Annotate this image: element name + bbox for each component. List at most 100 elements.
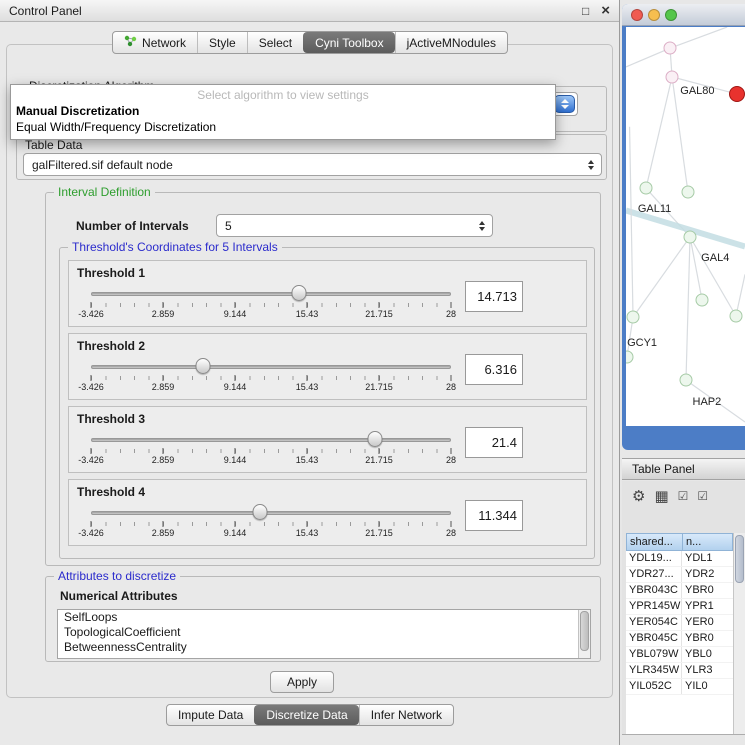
tab-style[interactable]: Style	[197, 32, 247, 53]
dropdown-option-manual-discretization[interactable]: Manual Discretization	[11, 103, 555, 119]
slider-major-tick	[379, 448, 380, 454]
threshold-value-field[interactable]: 6.316	[465, 354, 523, 385]
table-cell[interactable]: YDL1	[682, 551, 733, 566]
table-cell[interactable]: YIL0	[682, 679, 733, 694]
network-node[interactable]	[696, 293, 709, 306]
table-row[interactable]: YBL079WYBL0	[626, 647, 733, 663]
threshold-value-field[interactable]: 11.344	[465, 500, 523, 531]
tab-network[interactable]: Network	[113, 32, 197, 53]
table-cell[interactable]: YPR145W	[626, 599, 682, 614]
table-row[interactable]: YBR045CYBR0	[626, 631, 733, 647]
threshold-slider[interactable]: -3.4262.8599.14415.4321.71528	[91, 356, 451, 398]
tab-label: Network	[142, 36, 186, 50]
tab-jactivemnodules[interactable]: jActiveMNodules	[395, 32, 507, 53]
table-cell[interactable]: YBL0	[682, 647, 733, 662]
table-scrollbar[interactable]	[733, 533, 745, 734]
network-node[interactable]	[627, 311, 640, 324]
network-view-window[interactable]: GAL80GAL11GAL4GCY1HAP2	[622, 4, 745, 450]
scrollbar-thumb[interactable]	[580, 611, 589, 651]
slider-thumb[interactable]	[195, 358, 210, 374]
slider-major-tick	[163, 448, 164, 454]
slider-thumb[interactable]	[291, 285, 306, 301]
network-node[interactable]	[729, 86, 745, 102]
network-node[interactable]	[729, 309, 742, 322]
table-cell[interactable]: YIL052C	[626, 679, 682, 694]
mac-close-button[interactable]	[631, 9, 643, 21]
attributes-list[interactable]: SelfLoopsTopologicalCoefficientBetweenne…	[57, 609, 591, 659]
combo-stepper-icon[interactable]	[554, 95, 575, 113]
float-window-icon[interactable]: □	[582, 4, 589, 18]
threshold-2-panel: Threshold 2 -3.4262.8599.14415.4321.7152…	[68, 333, 587, 400]
apply-button[interactable]: Apply	[270, 671, 334, 693]
table-row[interactable]: YER054CYER0	[626, 615, 733, 631]
column-header-name[interactable]: n...	[682, 533, 733, 551]
table-row[interactable]: YLR345WYLR3	[626, 663, 733, 679]
slider-track[interactable]	[91, 438, 451, 442]
table-row[interactable]: YBR043CYBR0	[626, 583, 733, 599]
dropdown-option-equal-width-frequency[interactable]: Equal Width/Frequency Discretization	[11, 119, 555, 135]
network-node[interactable]	[679, 374, 692, 387]
table-cell[interactable]: YDR27...	[626, 567, 682, 582]
table-row[interactable]: YIL052CYIL0	[626, 679, 733, 695]
network-node[interactable]	[664, 42, 677, 55]
attribute-item[interactable]: SelfLoops	[58, 610, 590, 625]
column-header-shared-name[interactable]: shared...	[626, 533, 682, 551]
table-row[interactable]: YDL19...YDL1	[626, 551, 733, 567]
network-node[interactable]	[639, 182, 652, 195]
threshold-value-field[interactable]: 21.4	[465, 427, 523, 458]
slider-track[interactable]	[91, 365, 451, 369]
threshold-slider[interactable]: -3.4262.8599.14415.4321.71528	[91, 502, 451, 544]
network-canvas[interactable]: GAL80GAL11GAL4GCY1HAP2	[626, 27, 745, 426]
table-cell[interactable]: YER054C	[626, 615, 682, 630]
slider-scale-label: 21.715	[365, 528, 393, 538]
slider-thumb[interactable]	[253, 504, 268, 520]
mac-minimize-button[interactable]	[648, 9, 660, 21]
slider-thumb[interactable]	[368, 431, 383, 447]
table-row[interactable]: YDR27...YDR2	[626, 567, 733, 583]
attribute-item[interactable]: TopologicalCoefficient	[58, 625, 590, 640]
attributes-scrollbar[interactable]	[578, 610, 590, 658]
table-cell[interactable]: YBL079W	[626, 647, 682, 662]
tab-discretize-data[interactable]: Discretize Data	[254, 705, 358, 725]
tab-label: Infer Network	[371, 708, 442, 722]
table-cell[interactable]: YBR045C	[626, 631, 682, 646]
table-cell[interactable]: YPR1	[682, 599, 733, 614]
table-cell[interactable]: YDL19...	[626, 551, 682, 566]
gear-icon[interactable]: ⚙	[632, 489, 645, 504]
network-node[interactable]	[666, 70, 679, 83]
table-cell[interactable]: YLR345W	[626, 663, 682, 678]
mac-zoom-button[interactable]	[665, 9, 677, 21]
slider-track[interactable]	[91, 511, 451, 515]
network-window-titlebar[interactable]	[622, 4, 745, 26]
threshold-slider[interactable]: -3.4262.8599.14415.4321.71528	[91, 429, 451, 471]
threshold-slider[interactable]: -3.4262.8599.14415.4321.71528	[91, 283, 451, 325]
checkbox-icon[interactable]: ☑	[697, 490, 708, 502]
table-row[interactable]: YPR145WYPR1	[626, 599, 733, 615]
table-cell[interactable]: YDR2	[682, 567, 733, 582]
table-data-combobox[interactable]: galFiltered.sif default node	[23, 153, 602, 176]
table-cell[interactable]: YBR0	[682, 583, 733, 598]
columns-icon[interactable]: ▦	[654, 489, 668, 504]
slider-major-tick	[307, 302, 308, 308]
table-panel-titlebar[interactable]: Table Panel	[622, 458, 745, 480]
spinner-stepper-icon[interactable]	[479, 221, 485, 231]
tab-infer-network[interactable]: Infer Network	[359, 705, 453, 725]
tab-impute-data[interactable]: Impute Data	[167, 705, 254, 725]
slider-track[interactable]	[91, 292, 451, 296]
network-node[interactable]	[684, 230, 697, 243]
number-of-intervals-spinner[interactable]: 5	[216, 214, 493, 237]
close-icon[interactable]: ×	[601, 3, 610, 18]
tab-select[interactable]: Select	[247, 32, 303, 53]
table-cell[interactable]: YBR043C	[626, 583, 682, 598]
attribute-item[interactable]: BetweennessCentrality	[58, 640, 590, 655]
tab-cyni-toolbox[interactable]: Cyni Toolbox	[303, 32, 394, 53]
threshold-value-field[interactable]: 14.713	[465, 281, 523, 312]
table-cell[interactable]: YBR0	[682, 631, 733, 646]
arrow-up-icon	[588, 160, 594, 164]
table-cell[interactable]: YER0	[682, 615, 733, 630]
network-node[interactable]	[681, 186, 694, 199]
select-all-checkbox-icon[interactable]: ☑	[678, 490, 689, 502]
scrollbar-thumb[interactable]	[735, 535, 744, 583]
table-cell[interactable]: YLR3	[682, 663, 733, 678]
slider-scale-label: 9.144	[224, 382, 247, 392]
